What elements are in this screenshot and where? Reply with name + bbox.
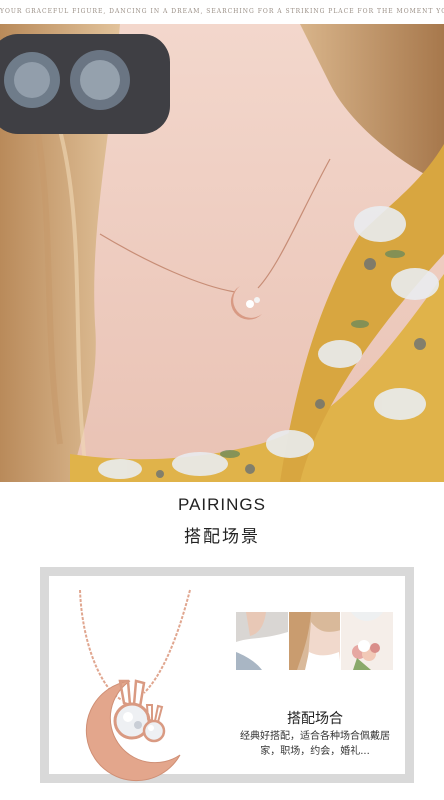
product-image (52, 585, 192, 785)
scene-thumbnail-casual (236, 612, 288, 670)
section-subtitle: 搭配场景 (184, 527, 260, 547)
scene-title: 搭配场合 (287, 711, 343, 727)
scene-thumbnail-office (288, 612, 341, 670)
section-title: PAIRINGS (178, 495, 266, 514)
hero-photo (0, 24, 444, 482)
scene-thumbnails (236, 612, 394, 670)
necklace-icon (79, 589, 191, 782)
scene-thumbnail-wedding (341, 612, 394, 670)
small-bunny-icon (142, 704, 166, 743)
scene-description: 经典好搭配，适合各种场合佩戴居家，职场，约会，婚礼... (240, 731, 390, 757)
model-wearing-necklace-image (0, 24, 444, 482)
top-tagline: YOUR GRACEFUL FIGURE, DANCING IN A DREAM… (0, 8, 444, 15)
